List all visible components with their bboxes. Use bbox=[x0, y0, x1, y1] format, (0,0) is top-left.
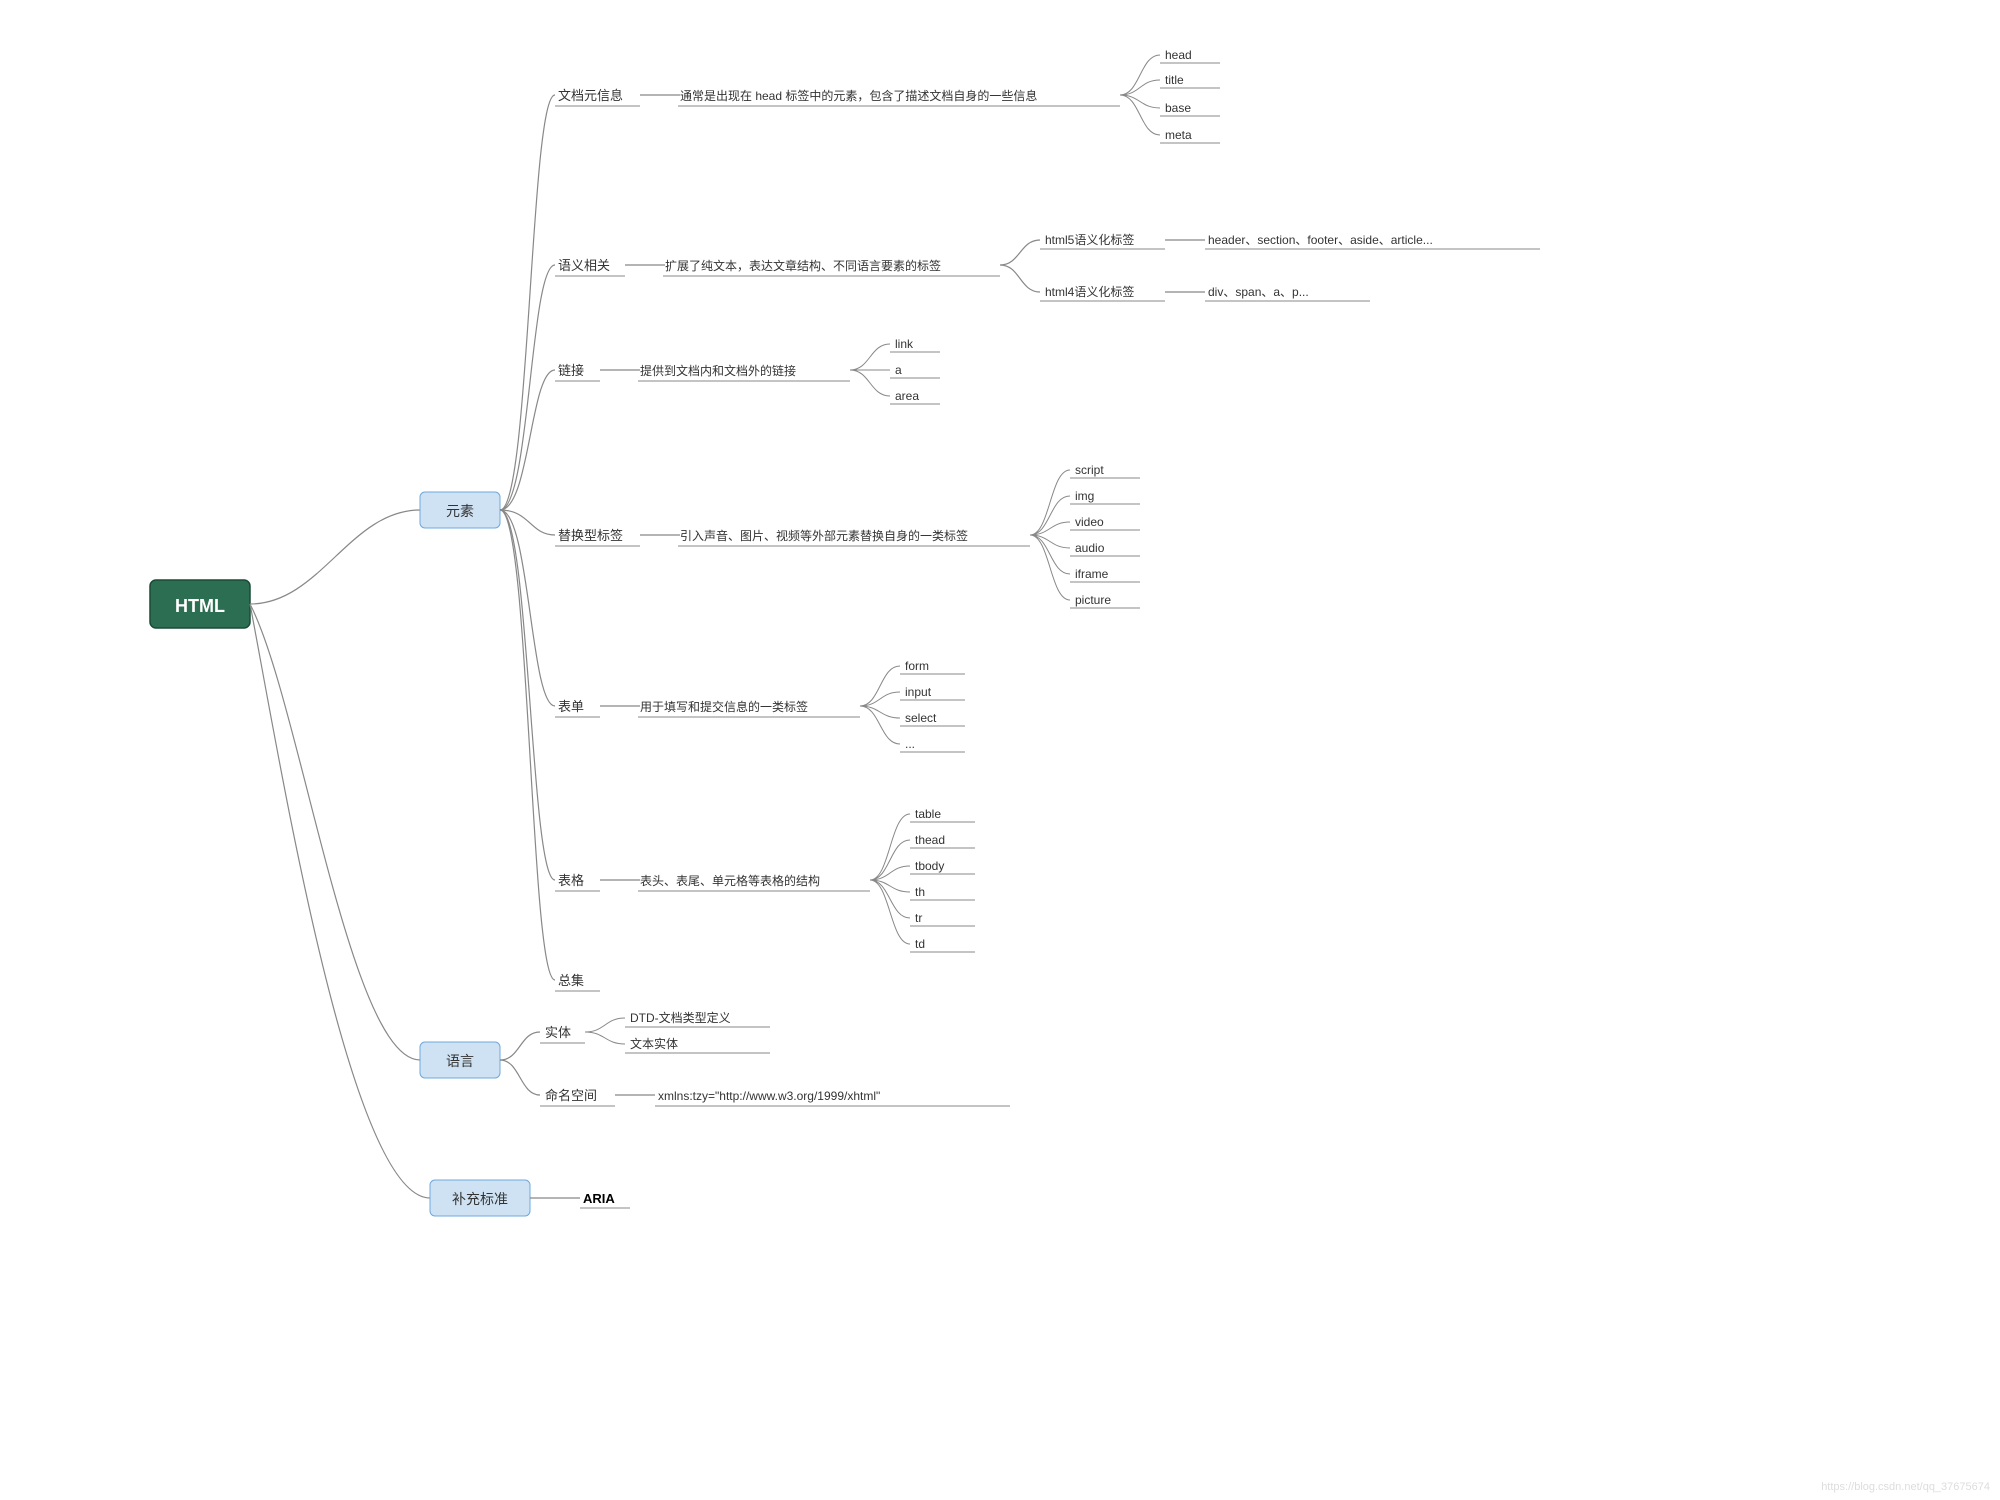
watermark-text: https://blog.csdn.net/qq_37675674 bbox=[1821, 1481, 1990, 1493]
entity-text: 文本实体 bbox=[630, 1036, 678, 1051]
mindmap-canvas: HTML 元素 语言 补充标准 文档元信息 通常是出现在 head 标签中的元素… bbox=[0, 0, 2000, 1500]
branch-root-extra bbox=[250, 604, 430, 1198]
semantic-html5-ex: header、section、footer、aside、article... bbox=[1208, 233, 1433, 247]
table-table: table bbox=[915, 807, 941, 821]
docinfo-item-base: base bbox=[1165, 101, 1191, 115]
node-entity[interactable]: 实体 bbox=[545, 1025, 571, 1040]
node-links[interactable]: 链接 bbox=[558, 363, 584, 378]
table-td: td bbox=[915, 937, 925, 951]
semantic-html4: html4语义化标签 bbox=[1045, 284, 1134, 299]
namespace-value: xmlns:tzy="http://www.w3.org/1999/xhtml" bbox=[658, 1089, 880, 1103]
docinfo-item-head: head bbox=[1165, 48, 1192, 62]
semantic-desc: 扩展了纯文本，表达文章结构、不同语言要素的标签 bbox=[665, 258, 941, 273]
group-elements-label: 元素 bbox=[446, 503, 474, 519]
form-input: input bbox=[905, 685, 932, 699]
table-th: th bbox=[915, 885, 925, 899]
root-node[interactable]: HTML bbox=[150, 580, 250, 628]
replaced-audio: audio bbox=[1075, 541, 1105, 555]
group-extra-label: 补充标准 bbox=[452, 1191, 508, 1207]
group-language-label: 语言 bbox=[446, 1053, 474, 1069]
table-tbody: tbody bbox=[915, 859, 944, 873]
replaced-picture: picture bbox=[1075, 593, 1111, 607]
links-desc: 提供到文档内和文档外的链接 bbox=[640, 363, 796, 378]
links-item-a: a bbox=[895, 363, 902, 377]
replaced-iframe: iframe bbox=[1075, 567, 1109, 581]
root-label: HTML bbox=[175, 596, 225, 616]
table-tr: tr bbox=[915, 911, 922, 925]
entity-dtd: DTD-文档类型定义 bbox=[630, 1010, 731, 1025]
node-semantic[interactable]: 语义相关 bbox=[558, 258, 610, 273]
table-desc: 表头、表尾、单元格等表格的结构 bbox=[640, 873, 820, 888]
form-select: select bbox=[905, 711, 937, 725]
node-docinfo[interactable]: 文档元信息 bbox=[558, 88, 623, 103]
group-elements[interactable]: 元素 bbox=[420, 492, 500, 528]
form-more: ... bbox=[905, 737, 915, 751]
docinfo-item-title: title bbox=[1165, 73, 1184, 87]
replaced-desc: 引入声音、图片、视频等外部元素替换自身的一类标签 bbox=[680, 528, 968, 543]
docinfo-desc: 通常是出现在 head 标签中的元素，包含了描述文档自身的一些信息 bbox=[680, 88, 1037, 103]
node-form[interactable]: 表单 bbox=[558, 699, 584, 714]
links-item-link: link bbox=[895, 337, 914, 351]
group-language[interactable]: 语言 bbox=[420, 1042, 500, 1078]
node-summary[interactable]: 总集 bbox=[558, 973, 584, 988]
node-replaced[interactable]: 替换型标签 bbox=[558, 528, 623, 543]
table-thead: thead bbox=[915, 833, 945, 847]
extra-aria: ARIA bbox=[583, 1191, 615, 1206]
semantic-html5: html5语义化标签 bbox=[1045, 232, 1134, 247]
branch-root-elements bbox=[250, 510, 420, 604]
links-item-area: area bbox=[895, 389, 919, 403]
form-desc: 用于填写和提交信息的一类标签 bbox=[640, 699, 808, 714]
semantic-html4-ex: div、span、a、p... bbox=[1208, 285, 1309, 299]
docinfo-item-meta: meta bbox=[1165, 128, 1192, 142]
replaced-script: script bbox=[1075, 463, 1104, 477]
group-extra[interactable]: 补充标准 bbox=[430, 1180, 530, 1216]
form-form: form bbox=[905, 659, 929, 673]
branch-root-language bbox=[250, 604, 420, 1060]
replaced-video: video bbox=[1075, 515, 1104, 529]
node-table[interactable]: 表格 bbox=[558, 873, 584, 888]
replaced-img: img bbox=[1075, 489, 1094, 503]
node-namespace[interactable]: 命名空间 bbox=[545, 1088, 597, 1103]
